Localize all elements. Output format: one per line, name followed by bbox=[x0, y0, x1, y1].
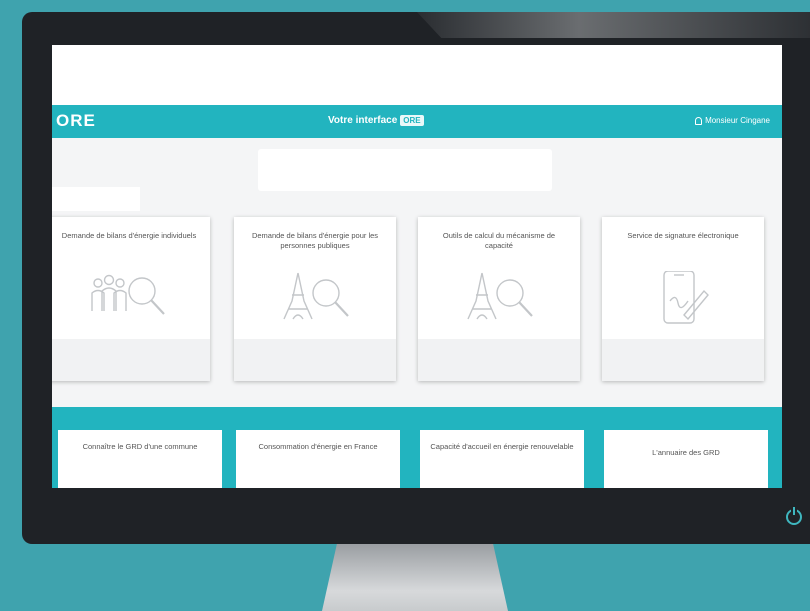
tile-label: Connaître le GRD d'une commune bbox=[82, 442, 198, 451]
screen: ORE Votre interface ORE Monsieur Cingane… bbox=[52, 45, 782, 488]
browser-area bbox=[52, 45, 782, 105]
page-title-text: Votre interface bbox=[328, 115, 398, 126]
app-header: ORE Votre interface ORE Monsieur Cingane bbox=[52, 105, 782, 138]
user-icon bbox=[695, 116, 703, 125]
card-footer bbox=[52, 339, 210, 381]
card-outils-calcul[interactable]: Outils de calcul du mécanisme de capacit… bbox=[418, 217, 580, 381]
card-footer bbox=[602, 339, 764, 381]
card-title: Demande de bilans d'énergie pour les per… bbox=[251, 231, 379, 250]
card-title: Demande de bilans d'énergie individuels bbox=[61, 231, 197, 240]
page-title: Votre interface ORE bbox=[328, 115, 424, 126]
card-bilans-publics[interactable]: Demande de bilans d'énergie pour les per… bbox=[234, 217, 396, 381]
people-search-icon bbox=[91, 274, 165, 315]
tile-capacite-accueil[interactable]: Capacité d'accueil en énergie renouvelab… bbox=[420, 430, 584, 488]
user-menu[interactable]: Monsieur Cingane bbox=[695, 116, 770, 125]
card-title: Service de signature électronique bbox=[627, 231, 739, 240]
tablet-signature-icon bbox=[663, 271, 709, 324]
card-footer bbox=[418, 339, 580, 381]
side-panel bbox=[52, 187, 140, 211]
tile-label: Capacité d'accueil en énergie renouvelab… bbox=[430, 442, 574, 451]
tile-label: L'annuaire des GRD bbox=[652, 448, 720, 457]
eiffel-search-icon bbox=[283, 272, 349, 320]
card-footer bbox=[234, 339, 396, 381]
search-panel[interactable] bbox=[258, 149, 552, 191]
user-name: Monsieur Cingane bbox=[705, 116, 770, 125]
card-signature[interactable]: Service de signature électronique bbox=[602, 217, 764, 381]
card-title: Outils de calcul du mécanisme de capacit… bbox=[442, 231, 556, 250]
ore-logo[interactable]: ORE bbox=[56, 111, 96, 131]
tile-annuaire-grd[interactable]: L'annuaire des GRD bbox=[604, 430, 768, 488]
title-badge: ORE bbox=[400, 115, 424, 126]
tile-consommation[interactable]: Consommation d'énergie en France bbox=[236, 430, 400, 488]
bezel-reflection bbox=[417, 12, 810, 38]
eiffel-search-icon bbox=[467, 272, 533, 320]
monitor-stand bbox=[322, 544, 508, 611]
tile-label: Consommation d'énergie en France bbox=[258, 442, 378, 451]
card-bilans-individuels[interactable]: Demande de bilans d'énergie individuels bbox=[52, 217, 210, 381]
tile-grd-commune[interactable]: Connaître le GRD d'une commune bbox=[58, 430, 222, 488]
power-icon[interactable] bbox=[786, 507, 802, 525]
